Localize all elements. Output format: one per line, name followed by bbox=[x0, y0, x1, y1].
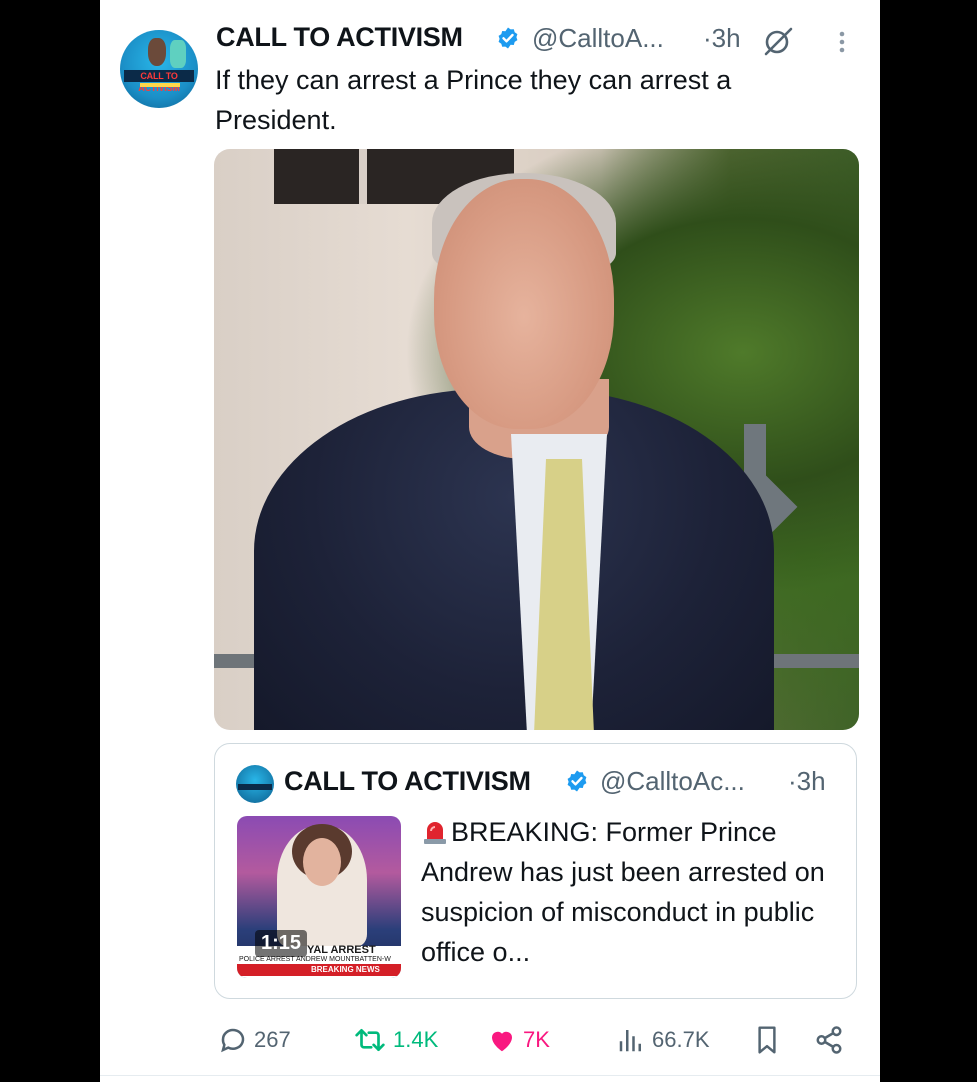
breaking-news-ticker: BREAKING NEWS bbox=[311, 965, 380, 974]
video-duration: 1:15 bbox=[255, 930, 308, 957]
author-avatar[interactable]: CALL TO ACTIVISM bbox=[120, 30, 198, 108]
tweet-card: CALL TO ACTIVISM CALL TO ACTIVISM @Callt… bbox=[100, 0, 880, 1082]
like-button[interactable]: 7K bbox=[487, 1020, 550, 1060]
author-handle[interactable]: @CalltoA... bbox=[532, 23, 664, 54]
repost-button[interactable]: 1.4K bbox=[353, 1020, 438, 1060]
quoted-author-handle: @CalltoAc... bbox=[600, 766, 745, 796]
quoted-text: BREAKING: Former Prince Andrew has just … bbox=[421, 812, 841, 972]
quoted-author-name: CALL TO ACTIVISM bbox=[284, 766, 531, 796]
action-bar: 267 1.4K 7K 66.7K bbox=[100, 1020, 880, 1060]
share-icon bbox=[816, 1026, 842, 1054]
reply-count: 267 bbox=[254, 1027, 291, 1052]
quoted-text-body: BREAKING: Former Prince Andrew has just … bbox=[421, 817, 825, 967]
views-icon bbox=[619, 1030, 641, 1052]
tweet-timestamp[interactable]: ·3h bbox=[703, 23, 741, 54]
quoted-author-avatar bbox=[236, 765, 274, 803]
more-icon[interactable] bbox=[832, 30, 852, 54]
tweet-photo[interactable] bbox=[214, 149, 859, 730]
quoted-tweet[interactable]: CALL TO ACTIVISM @CalltoAc... ·3h YAL AR… bbox=[214, 743, 857, 999]
like-count: 7K bbox=[523, 1027, 550, 1052]
share-button[interactable] bbox=[814, 1020, 850, 1060]
verified-badge-icon bbox=[498, 27, 518, 49]
lower-third-title: YAL ARREST bbox=[307, 944, 376, 956]
grok-icon[interactable] bbox=[762, 26, 794, 56]
reply-button[interactable]: 267 bbox=[218, 1020, 291, 1060]
avatar-logo-text: CALL TO ACTIVISM bbox=[124, 70, 194, 93]
reply-icon bbox=[221, 1028, 245, 1053]
author-name[interactable]: CALL TO ACTIVISM bbox=[216, 22, 463, 53]
siren-icon bbox=[424, 822, 446, 844]
views-button[interactable]: 66.7K bbox=[616, 1020, 710, 1060]
quoted-timestamp: ·3h bbox=[788, 766, 826, 796]
views-count: 66.7K bbox=[652, 1027, 710, 1052]
repost-count: 1.4K bbox=[393, 1027, 439, 1052]
divider bbox=[100, 1075, 880, 1076]
bookmark-icon bbox=[758, 1026, 776, 1054]
tweet-text: If they can arrest a Prince they can arr… bbox=[215, 65, 732, 135]
bookmark-button[interactable] bbox=[752, 1020, 788, 1060]
repost-icon bbox=[355, 1028, 385, 1052]
heart-icon bbox=[492, 1031, 512, 1052]
quoted-video-thumbnail[interactable]: YAL ARREST POLICE ARREST ANDREW MOUNTBAT… bbox=[237, 816, 401, 978]
lower-third-subtitle: POLICE ARREST ANDREW MOUNTBATTEN-W bbox=[239, 956, 391, 963]
verified-badge-icon bbox=[567, 770, 587, 792]
